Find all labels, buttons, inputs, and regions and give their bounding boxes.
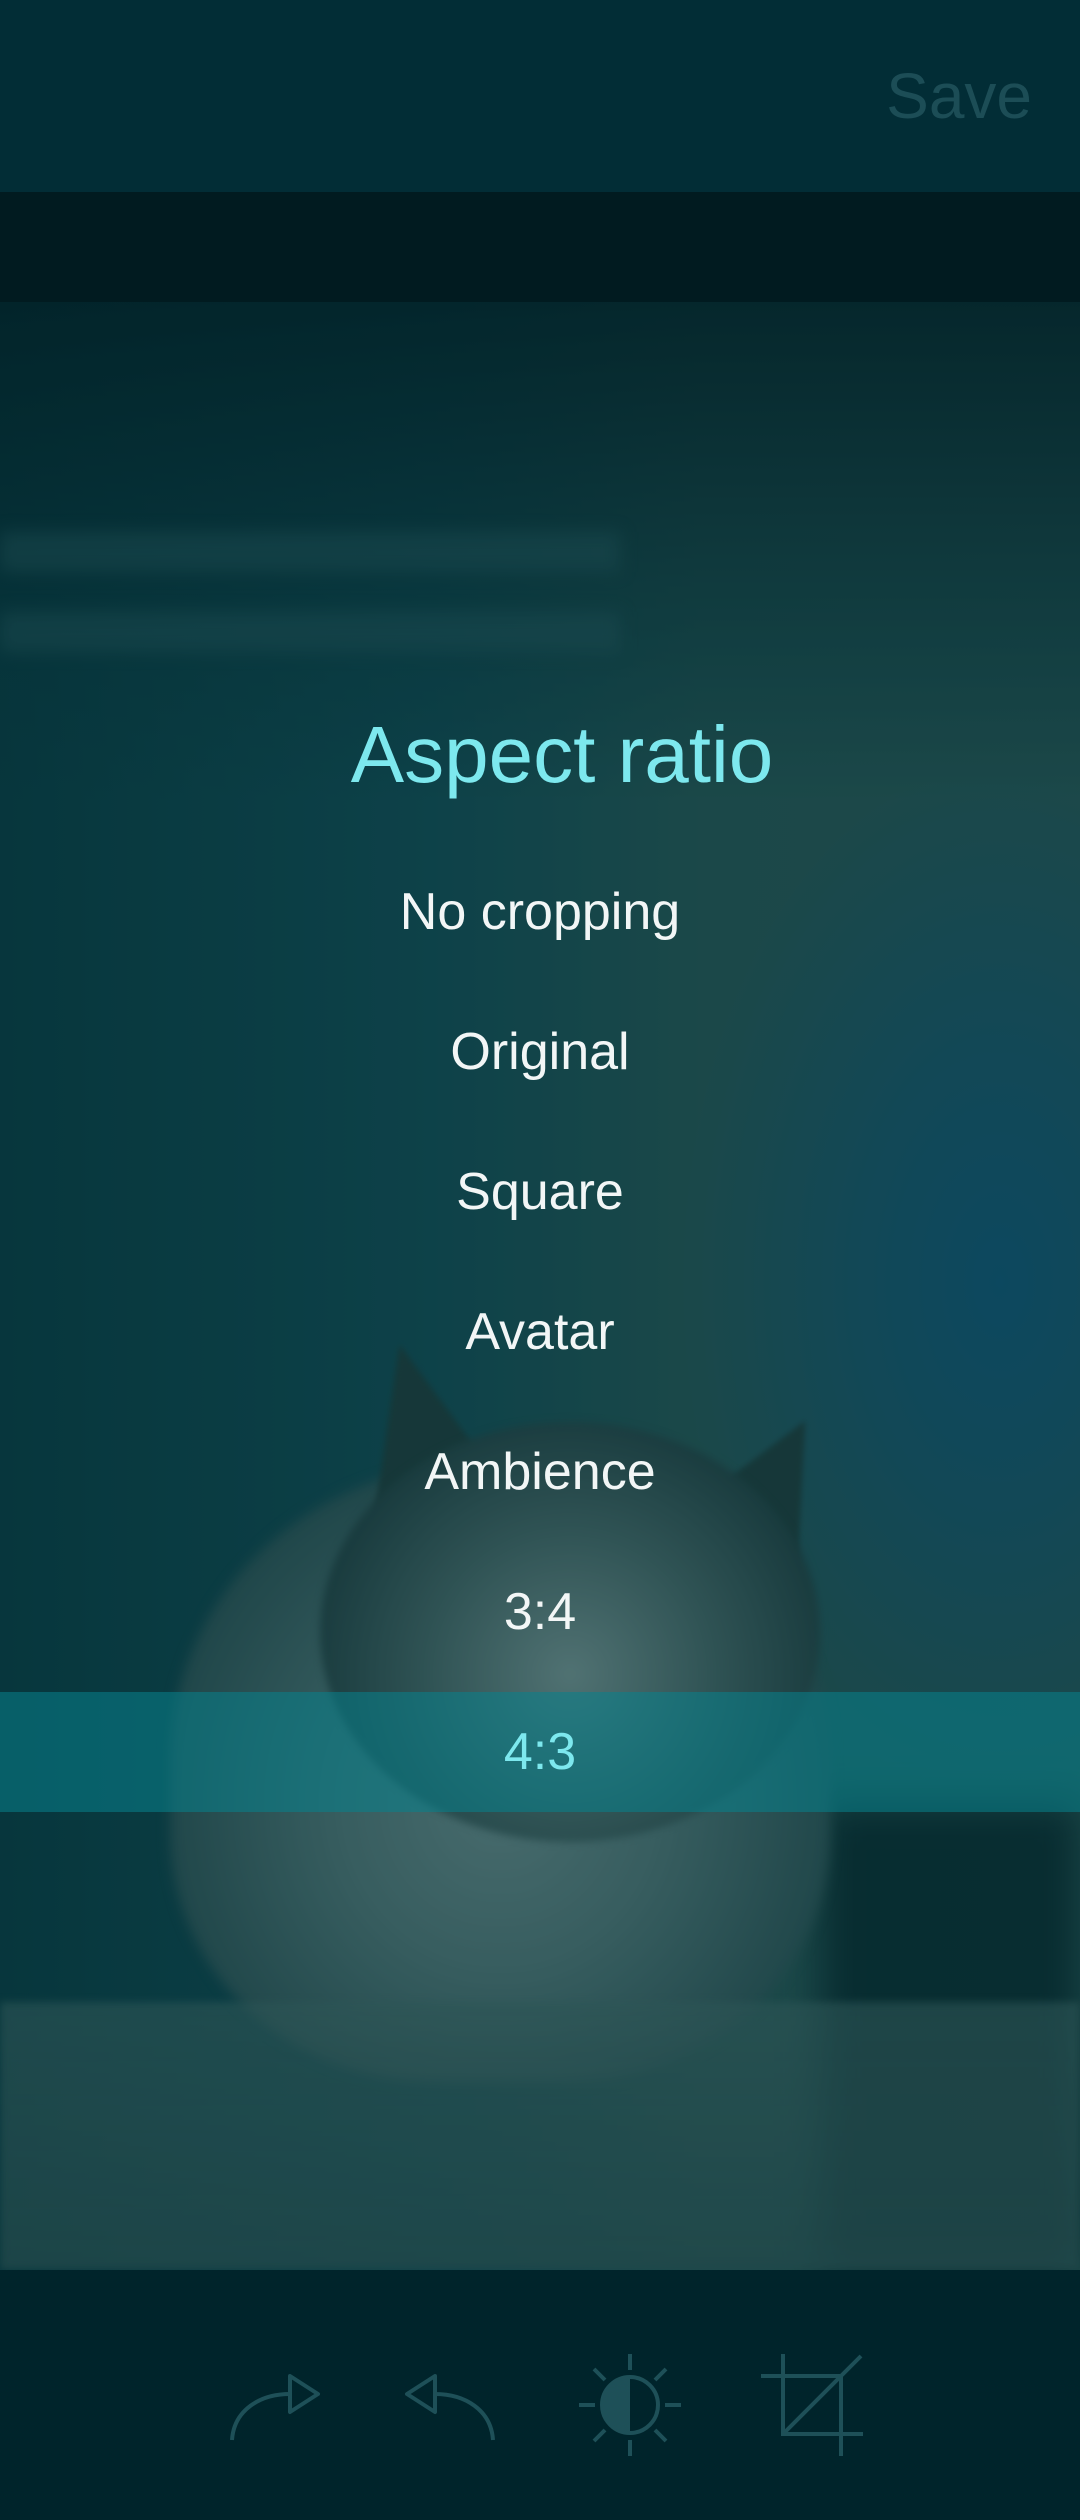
aspect-ratio-menu: Aspect ratio No cropping Original Square…	[0, 0, 1080, 2520]
crop-icon	[761, 2354, 863, 2456]
undo-icon	[405, 2374, 495, 2441]
menu-title: Aspect ratio	[350, 710, 774, 799]
photo-editor-screen: Save Aspect ratio No cropping Original S…	[0, 0, 1080, 2520]
menu-item-ambience[interactable]: Ambience	[0, 1412, 1080, 1532]
menu-item-3-4[interactable]: 3:4	[0, 1552, 1080, 1672]
redo-button[interactable]	[220, 2350, 330, 2460]
menu-item-square[interactable]: Square	[0, 1132, 1080, 1252]
undo-button[interactable]	[395, 2350, 505, 2460]
menu-item-avatar[interactable]: Avatar	[0, 1272, 1080, 1392]
crop-button[interactable]	[757, 2350, 867, 2460]
brightness-button[interactable]	[575, 2350, 685, 2460]
brightness-icon	[579, 2354, 681, 2456]
bottom-toolbar	[0, 2270, 1080, 2520]
menu-item-no-cropping[interactable]: No cropping	[0, 852, 1080, 972]
redo-icon	[230, 2374, 320, 2441]
menu-item-4-3[interactable]: 4:3	[0, 1692, 1080, 1812]
menu-item-original[interactable]: Original	[0, 992, 1080, 1112]
